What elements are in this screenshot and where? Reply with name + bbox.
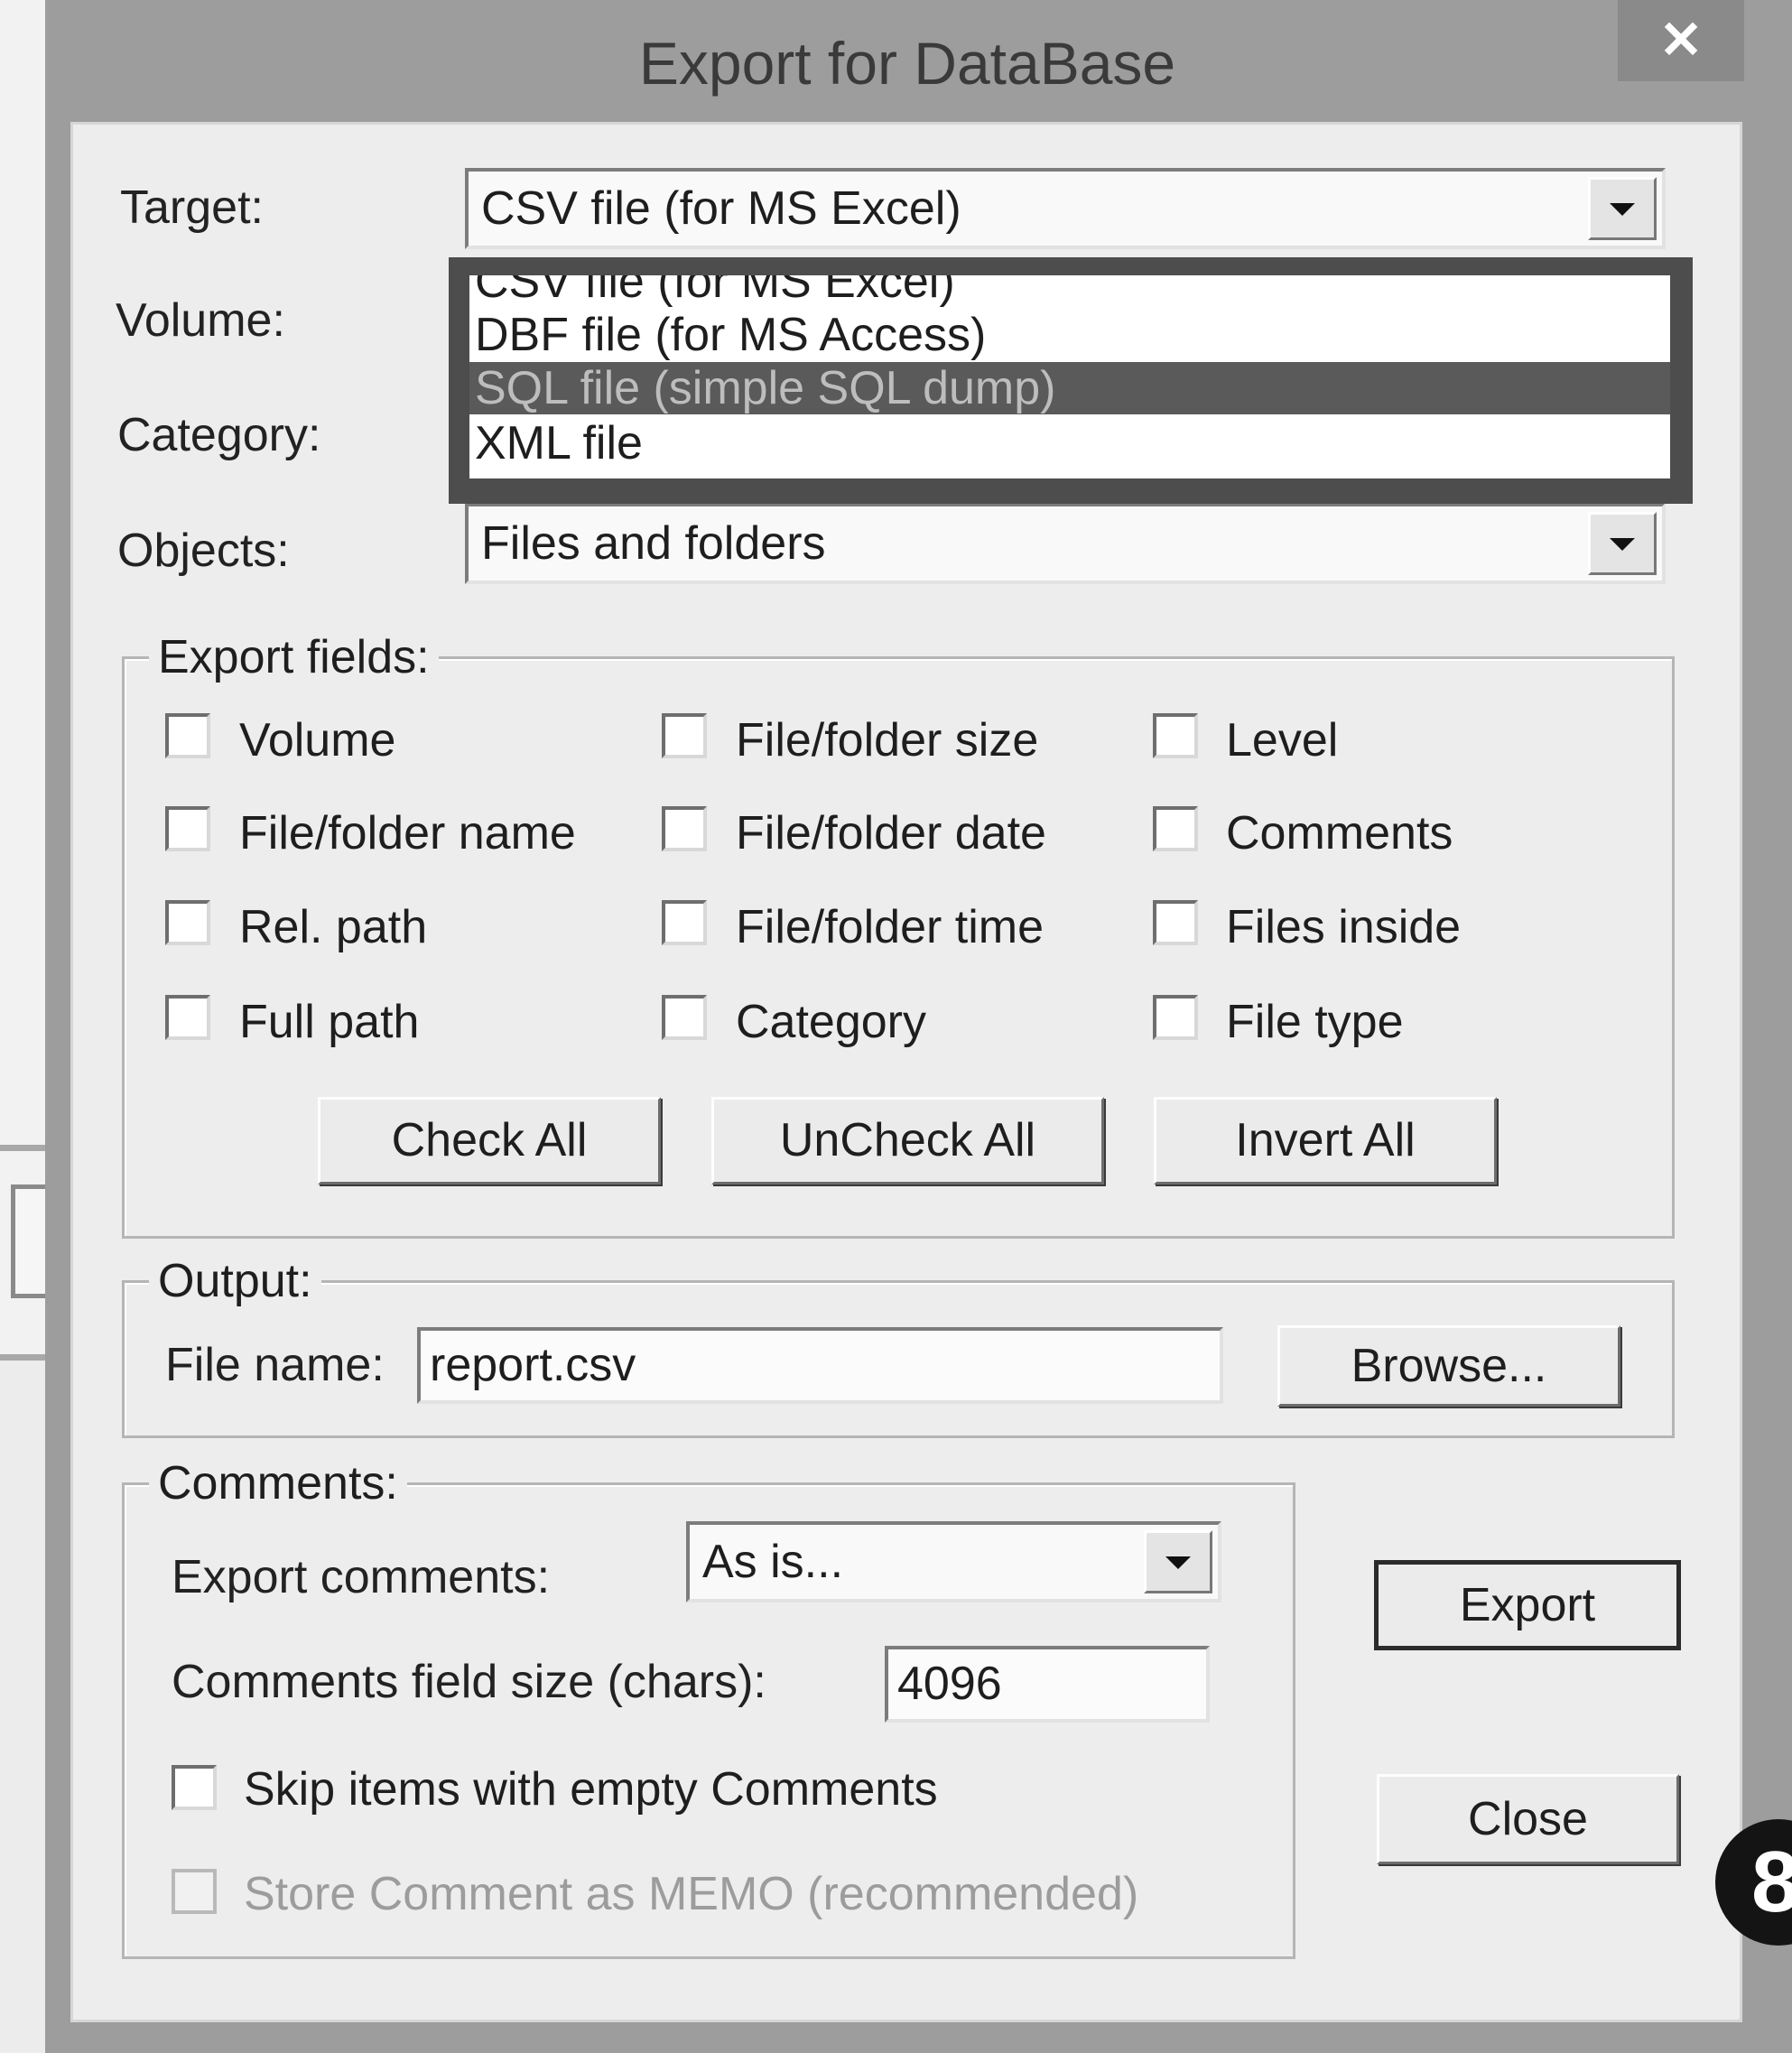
- checkbox-label: File type: [1226, 996, 1404, 1048]
- checkbox-label: Full path: [239, 996, 420, 1048]
- checkbox-file-folder-size[interactable]: [662, 713, 707, 758]
- chevron-down-icon[interactable]: [1144, 1530, 1212, 1593]
- export-fields-legend: Export fields:: [149, 630, 439, 684]
- checkbox-label: Skip items with empty Comments: [244, 1763, 938, 1816]
- close-icon[interactable]: ✕: [1618, 0, 1744, 81]
- dialog-title: Export for DataBase: [638, 30, 1176, 97]
- comments-legend: Comments:: [149, 1456, 407, 1510]
- dropdown-option-highlighted[interactable]: SQL file (simple SQL dump): [469, 362, 1670, 414]
- file-name-label: File name:: [165, 1339, 385, 1391]
- checkbox-label: Files inside: [1226, 901, 1462, 953]
- target-select[interactable]: CSV file (for MS Excel): [465, 168, 1666, 249]
- checkbox-file-folder-time[interactable]: [662, 900, 707, 945]
- checkbox-label: File/folder date: [736, 807, 1046, 859]
- export-comments-label: Export comments:: [172, 1551, 551, 1603]
- checkbox-label-disabled: Store Comment as MEMO (recommended): [244, 1868, 1139, 1920]
- checkbox-rel-path[interactable]: [165, 900, 210, 945]
- checkbox-file-folder-name[interactable]: [165, 806, 210, 851]
- objects-select[interactable]: Files and folders: [465, 503, 1666, 584]
- checkbox-label: File/folder time: [736, 901, 1044, 953]
- checkbox-level[interactable]: [1153, 713, 1198, 758]
- checkbox-label: File/folder name: [239, 807, 576, 859]
- close-button[interactable]: Close: [1377, 1774, 1679, 1864]
- checkbox-label: Level: [1226, 714, 1339, 766]
- checkbox-full-path[interactable]: [165, 995, 210, 1040]
- target-label: Target:: [120, 181, 264, 234]
- objects-label: Objects:: [117, 525, 290, 577]
- dropdown-option[interactable]: CSV file (for MS Excel): [469, 275, 1670, 308]
- checkbox-skip-empty-comments[interactable]: [172, 1765, 217, 1810]
- checkbox-label: Comments: [1226, 807, 1453, 859]
- file-name-input[interactable]: report.csv: [417, 1327, 1223, 1404]
- checkbox-file-type[interactable]: [1153, 995, 1198, 1040]
- export-comments-select[interactable]: As is...: [686, 1521, 1221, 1602]
- target-select-value: CSV file (for MS Excel): [481, 182, 961, 235]
- dropdown-option[interactable]: XML file: [469, 417, 1670, 469]
- checkbox-label: Rel. path: [239, 901, 428, 953]
- checkbox-label: File/folder size: [736, 714, 1039, 766]
- export-button[interactable]: Export: [1374, 1560, 1681, 1650]
- checkbox-category[interactable]: [662, 995, 707, 1040]
- dropdown-option[interactable]: DBF file (for MS Access): [469, 309, 1670, 361]
- checkbox-label: Volume: [239, 714, 396, 766]
- checkbox-store-comment-memo: [172, 1869, 217, 1914]
- uncheck-all-button[interactable]: UnCheck All: [711, 1097, 1104, 1184]
- browse-button[interactable]: Browse...: [1277, 1325, 1620, 1407]
- checkbox-label: Category: [736, 996, 926, 1048]
- checkbox-comments[interactable]: [1153, 806, 1198, 851]
- checkbox-file-folder-date[interactable]: [662, 806, 707, 851]
- category-label: Category:: [117, 409, 321, 461]
- chevron-down-icon[interactable]: [1588, 512, 1657, 575]
- comments-field-size-label: Comments field size (chars):: [172, 1656, 766, 1708]
- check-all-button[interactable]: Check All: [318, 1097, 661, 1184]
- chevron-down-icon[interactable]: [1588, 177, 1657, 240]
- checkbox-volume[interactable]: [165, 713, 210, 758]
- objects-select-value: Files and folders: [481, 517, 826, 570]
- comments-field-size-input[interactable]: 4096: [885, 1646, 1210, 1723]
- volume-label: Volume:: [116, 294, 285, 347]
- output-legend: Output:: [149, 1254, 321, 1308]
- invert-all-button[interactable]: Invert All: [1154, 1097, 1497, 1184]
- target-dropdown-list: CSV file (for MS Excel) DBF file (for MS…: [469, 275, 1670, 478]
- export-comments-value: As is...: [702, 1536, 844, 1588]
- checkbox-files-inside[interactable]: [1153, 900, 1198, 945]
